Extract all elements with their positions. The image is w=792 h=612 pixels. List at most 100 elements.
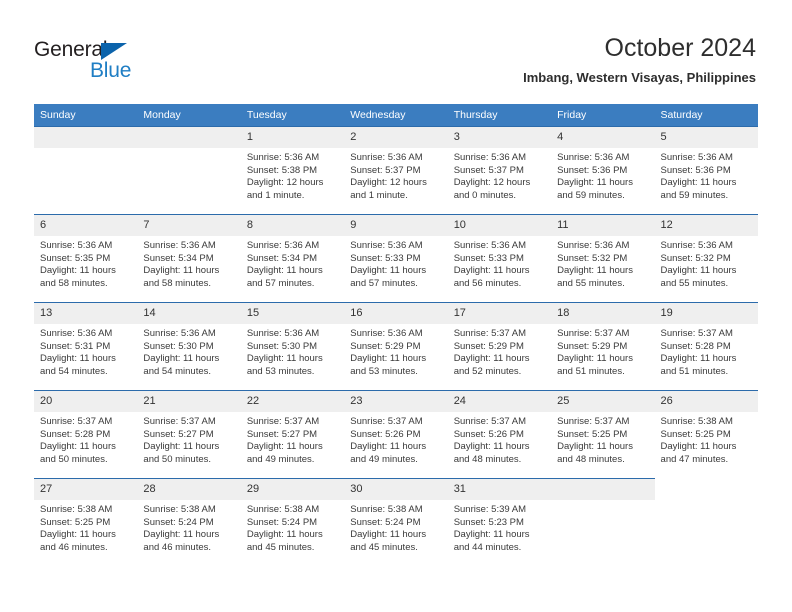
- day-number: 6: [34, 215, 138, 236]
- sun-info: Sunrise: 5:38 AM Sunset: 5:25 PM Daylight:…: [34, 500, 137, 554]
- daylight-duration-line1: Daylight: 12 hours: [350, 177, 427, 189]
- sunset-time: Sunset: 5:37 PM: [453, 164, 524, 176]
- calendar-day-cell[interactable]: 9 Sunrise: 5:36 AM Sunset: 5:33 PM Daylight…: [344, 214, 448, 303]
- daylight-duration-line1: Daylight: 11 hours: [557, 177, 633, 189]
- daylight-duration-line2: and 59 minutes.: [660, 189, 729, 201]
- daylight-duration-line1: Daylight: 11 hours: [40, 353, 116, 365]
- calendar-day-cell[interactable]: 24 Sunrise: 5:37 AM Sunset: 5:26 PM Dayligh…: [447, 390, 552, 479]
- daylight-duration-line1: Daylight: 11 hours: [350, 441, 427, 453]
- day-number: 8: [240, 215, 345, 236]
- sunrise-time: Sunrise: 5:36 AM: [660, 152, 733, 163]
- calendar-day-cell-empty: [137, 126, 241, 215]
- weekday-header-cell: Thursday: [447, 104, 552, 127]
- daylight-duration-line1: Daylight: 11 hours: [40, 529, 116, 541]
- calendar-day-cell[interactable]: 23 Sunrise: 5:37 AM Sunset: 5:26 PM Dayligh…: [344, 390, 448, 479]
- calendar-day-cell[interactable]: 25 Sunrise: 5:37 AM Sunset: 5:25 PM Dayligh…: [551, 390, 655, 479]
- day-number: 18: [551, 303, 655, 324]
- day-number: 1: [240, 127, 345, 148]
- sunset-time: Sunset: 5:35 PM: [40, 252, 111, 264]
- sunrise-time: Sunrise: 5:38 AM: [246, 504, 320, 515]
- calendar-day-cell[interactable]: 13 Sunrise: 5:36 AM Sunset: 5:31 PM Dayligh…: [34, 302, 138, 391]
- daylight-duration-line2: and 52 minutes.: [453, 365, 522, 377]
- daylight-duration-line1: Daylight: 11 hours: [660, 265, 737, 277]
- day-number: 30: [344, 479, 448, 500]
- sunrise-time: Sunrise: 5:38 AM: [40, 504, 113, 515]
- weekday-header-cell: Wednesday: [344, 104, 448, 127]
- calendar-day-cell[interactable]: 22 Sunrise: 5:37 AM Sunset: 5:27 PM Dayligh…: [240, 390, 345, 479]
- weekday-header-cell: Tuesday: [240, 104, 345, 127]
- sun-info: Sunrise: 5:37 AM Sunset: 5:28 PM Daylight:…: [655, 324, 758, 378]
- page-header: General Blue October 2024 Imbang, Wester…: [0, 0, 792, 103]
- daylight-duration-line2: and 46 minutes.: [143, 541, 212, 553]
- calendar-day-cell[interactable]: 2 Sunrise: 5:36 AM Sunset: 5:37 PM Daylight…: [344, 126, 448, 215]
- calendar-day-cell[interactable]: 15 Sunrise: 5:36 AM Sunset: 5:30 PM Dayligh…: [240, 302, 345, 391]
- day-content: 19 Sunrise: 5:37 AM Sunset: 5:28 PM Dayligh…: [654, 303, 758, 390]
- day-number: 23: [344, 391, 448, 412]
- day-content: 6 Sunrise: 5:36 AM Sunset: 5:35 PM Daylight…: [34, 215, 138, 302]
- day-content: [34, 127, 138, 214]
- day-number: 2: [344, 127, 448, 148]
- calendar-day-cell[interactable]: 3 Sunrise: 5:36 AM Sunset: 5:37 PM Daylight…: [447, 126, 552, 215]
- calendar-day-cell[interactable]: 18 Sunrise: 5:37 AM Sunset: 5:29 PM Dayligh…: [551, 302, 655, 391]
- day-number: 4: [551, 127, 655, 148]
- day-content: [655, 479, 758, 567]
- calendar-day-cell[interactable]: 29 Sunrise: 5:38 AM Sunset: 5:24 PM Dayligh…: [240, 478, 345, 567]
- daylight-duration-line2: and 55 minutes.: [660, 277, 729, 289]
- general-blue-logo[interactable]: General Blue: [34, 38, 224, 90]
- sunrise-time: Sunrise: 5:38 AM: [660, 416, 733, 427]
- day-number: 25: [551, 391, 655, 412]
- sunset-time: Sunset: 5:32 PM: [557, 252, 628, 264]
- calendar-day-cell[interactable]: 14 Sunrise: 5:36 AM Sunset: 5:30 PM Dayligh…: [137, 302, 241, 391]
- sun-info: Sunrise: 5:38 AM Sunset: 5:25 PM Daylight:…: [655, 412, 758, 466]
- sunset-time: Sunset: 5:29 PM: [453, 340, 524, 352]
- daylight-duration-line1: Daylight: 11 hours: [660, 177, 737, 189]
- day-content: 22 Sunrise: 5:37 AM Sunset: 5:27 PM Dayligh…: [240, 391, 345, 478]
- sunrise-time: Sunrise: 5:36 AM: [246, 328, 320, 339]
- daylight-duration-line1: Daylight: 12 hours: [246, 177, 324, 189]
- day-content: 11 Sunrise: 5:36 AM Sunset: 5:32 PM Dayligh…: [551, 215, 655, 302]
- calendar-day-cell[interactable]: 21 Sunrise: 5:37 AM Sunset: 5:27 PM Dayligh…: [137, 390, 241, 479]
- daylight-duration-line1: Daylight: 11 hours: [350, 353, 427, 365]
- day-content: 17 Sunrise: 5:37 AM Sunset: 5:29 PM Dayligh…: [447, 303, 552, 390]
- calendar-day-cell[interactable]: 16 Sunrise: 5:36 AM Sunset: 5:29 PM Dayligh…: [344, 302, 448, 391]
- calendar-day-cell[interactable]: 31 Sunrise: 5:39 AM Sunset: 5:23 PM Dayligh…: [447, 478, 552, 567]
- sun-info: Sunrise: 5:37 AM Sunset: 5:25 PM Daylight:…: [551, 412, 654, 466]
- calendar-day-cell[interactable]: 5 Sunrise: 5:36 AM Sunset: 5:36 PM Daylight…: [654, 126, 758, 215]
- daylight-duration-line2: and 45 minutes.: [350, 541, 418, 553]
- calendar-day-cell[interactable]: 26 Sunrise: 5:38 AM Sunset: 5:25 PM Dayligh…: [654, 390, 758, 479]
- calendar-day-cell[interactable]: 11 Sunrise: 5:36 AM Sunset: 5:32 PM Dayligh…: [551, 214, 655, 303]
- day-content: 5 Sunrise: 5:36 AM Sunset: 5:36 PM Daylight…: [654, 127, 758, 214]
- day-number: 31: [447, 479, 552, 500]
- daylight-duration-line2: and 46 minutes.: [40, 541, 108, 553]
- daylight-duration-line1: Daylight: 11 hours: [40, 441, 116, 453]
- calendar-day-cell[interactable]: 20 Sunrise: 5:37 AM Sunset: 5:28 PM Dayligh…: [34, 390, 138, 479]
- calendar-day-cell[interactable]: 6 Sunrise: 5:36 AM Sunset: 5:35 PM Daylight…: [34, 214, 138, 303]
- sun-info: Sunrise: 5:36 AM Sunset: 5:37 PM Daylight:…: [448, 148, 551, 202]
- calendar-day-cell[interactable]: 8 Sunrise: 5:36 AM Sunset: 5:34 PM Daylight…: [240, 214, 345, 303]
- calendar-day-cell[interactable]: 1 Sunrise: 5:36 AM Sunset: 5:38 PM Daylight…: [240, 126, 345, 215]
- sunrise-time: Sunrise: 5:37 AM: [246, 416, 320, 427]
- daylight-duration-line2: and 50 minutes.: [40, 453, 108, 465]
- sun-info: Sunrise: 5:36 AM Sunset: 5:30 PM Daylight:…: [241, 324, 344, 378]
- sun-info: Sunrise: 5:36 AM Sunset: 5:36 PM Daylight:…: [655, 148, 758, 202]
- daylight-duration-line1: Daylight: 11 hours: [246, 529, 323, 541]
- day-number: 15: [240, 303, 345, 324]
- calendar-day-cell[interactable]: 10 Sunrise: 5:36 AM Sunset: 5:33 PM Dayligh…: [447, 214, 552, 303]
- sun-info: Sunrise: 5:36 AM Sunset: 5:32 PM Daylight:…: [551, 236, 654, 290]
- calendar-day-cell-empty: [654, 478, 758, 567]
- sunrise-time: Sunrise: 5:36 AM: [453, 152, 527, 163]
- calendar-day-cell[interactable]: 19 Sunrise: 5:37 AM Sunset: 5:28 PM Dayligh…: [654, 302, 758, 391]
- daylight-duration-line1: Daylight: 11 hours: [143, 441, 220, 453]
- calendar-day-cell[interactable]: 12 Sunrise: 5:36 AM Sunset: 5:32 PM Dayligh…: [654, 214, 758, 303]
- calendar-day-cell[interactable]: 27 Sunrise: 5:38 AM Sunset: 5:25 PM Dayligh…: [34, 478, 138, 567]
- calendar-day-cell[interactable]: 30 Sunrise: 5:38 AM Sunset: 5:24 PM Dayligh…: [344, 478, 448, 567]
- day-content: 23 Sunrise: 5:37 AM Sunset: 5:26 PM Dayligh…: [344, 391, 448, 478]
- calendar-day-cell[interactable]: 17 Sunrise: 5:37 AM Sunset: 5:29 PM Dayligh…: [447, 302, 552, 391]
- day-number: 9: [344, 215, 448, 236]
- calendar-day-cell[interactable]: 28 Sunrise: 5:38 AM Sunset: 5:24 PM Dayligh…: [137, 478, 241, 567]
- sunset-time: Sunset: 5:30 PM: [143, 340, 214, 352]
- calendar-day-cell[interactable]: 4 Sunrise: 5:36 AM Sunset: 5:36 PM Daylight…: [551, 126, 655, 215]
- calendar-day-cell[interactable]: 7 Sunrise: 5:36 AM Sunset: 5:34 PM Daylight…: [137, 214, 241, 303]
- title-block: October 2024 Imbang, Western Visayas, Ph…: [523, 32, 756, 86]
- sun-info: Sunrise: 5:36 AM Sunset: 5:37 PM Daylight:…: [344, 148, 447, 202]
